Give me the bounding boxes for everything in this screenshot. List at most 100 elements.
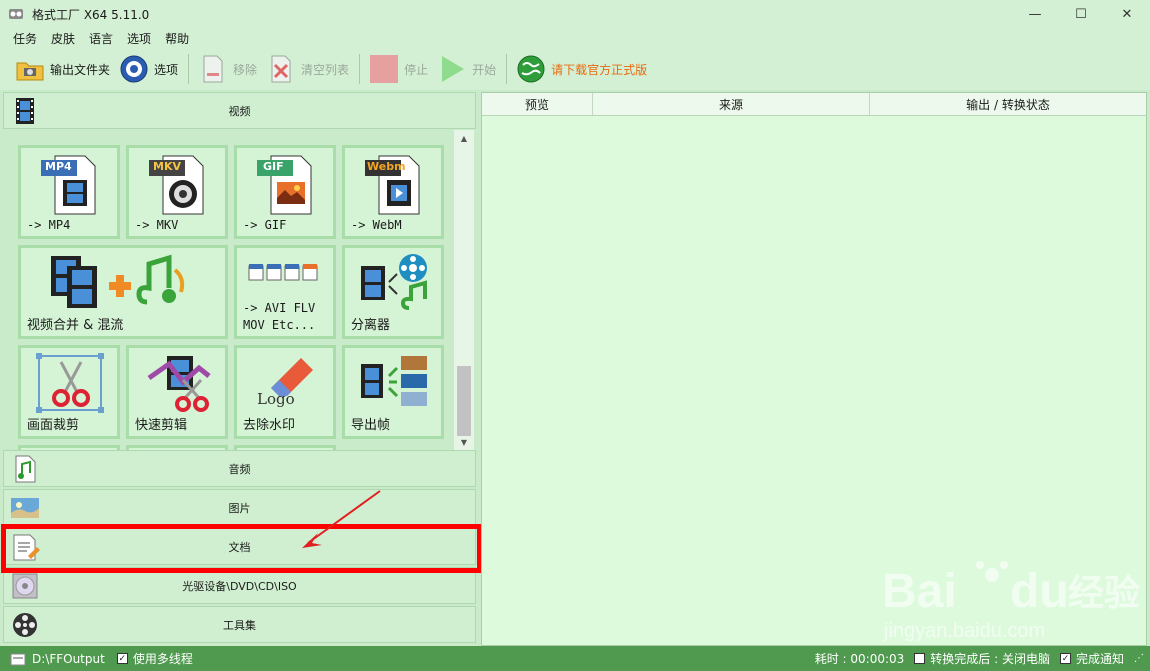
resize-grip-icon[interactable]: ⋰ bbox=[1134, 653, 1144, 664]
formats-strip-icon bbox=[248, 264, 318, 281]
app-icon bbox=[9, 9, 23, 19]
music-note-icon bbox=[15, 455, 36, 483]
tile-to-webm[interactable]: Webm -> WebM bbox=[342, 145, 444, 239]
picture-icon bbox=[11, 498, 39, 518]
title-bar: 格式工厂 X64 5.11.0 — ☐ ✕ bbox=[0, 0, 1150, 28]
after-convert-checkbox[interactable] bbox=[914, 653, 926, 664]
toolbar-separator bbox=[506, 54, 508, 84]
close-button[interactable]: ✕ bbox=[1104, 0, 1150, 28]
toolbar-separator bbox=[359, 54, 361, 84]
folder-icon bbox=[16, 62, 44, 81]
maximize-button[interactable]: ☐ bbox=[1058, 0, 1104, 28]
play-icon bbox=[442, 56, 465, 82]
status-bar: D:\FFOutput ✓ 使用多线程 耗时 : 00:00:03 转换完成后 … bbox=[0, 646, 1150, 671]
tile-to-mkv[interactable]: MKV -> MKV bbox=[126, 145, 228, 239]
multithread-label: 使用多线程 bbox=[132, 652, 193, 666]
remove-file-icon bbox=[203, 55, 223, 83]
menu-task[interactable]: 任务 bbox=[13, 30, 37, 47]
column-preview[interactable]: 预览 bbox=[482, 93, 593, 115]
tile-to-gif-label: -> GIF bbox=[243, 218, 287, 232]
output-path[interactable]: D:\FFOutput bbox=[32, 652, 105, 666]
tile-other-formats[interactable]: -> AVI FLV MOV Etc... bbox=[234, 245, 336, 339]
column-output-status[interactable]: 输出 / 转换状态 bbox=[870, 93, 1146, 115]
task-list-header: 预览 来源 输出 / 转换状态 bbox=[482, 93, 1146, 116]
options-button[interactable]: 选项 bbox=[118, 51, 178, 87]
multithread-checkbox[interactable]: ✓ bbox=[116, 653, 128, 664]
category-audio[interactable]: 音频 bbox=[3, 450, 476, 487]
stop-icon bbox=[370, 55, 399, 83]
tile-to-mp4-label: -> MP4 bbox=[27, 218, 71, 232]
category-image[interactable]: 图片 bbox=[3, 489, 476, 526]
annotation-arrow-icon bbox=[302, 490, 381, 548]
remove-button[interactable]: 移除 bbox=[197, 51, 257, 87]
tile-export-frames-label: 导出帧 bbox=[351, 418, 391, 433]
after-convert-label[interactable]: 转换完成后 : 关闭电脑 bbox=[930, 650, 1050, 667]
start-label: 开始 bbox=[472, 62, 497, 77]
category-audio-label: 音频 bbox=[228, 462, 251, 476]
output-folder-label: 输出文件夹 bbox=[50, 62, 111, 77]
globe-icon bbox=[517, 55, 545, 83]
tile-video-merge[interactable]: 视频合并 & 混流 bbox=[18, 245, 228, 339]
toolbar: 输出文件夹 选项 移除 清空列表 停止 开始 请下载官方正式版 bbox=[0, 48, 1150, 90]
mkv-badge: MKV bbox=[153, 160, 181, 173]
tile-remove-watermark-label: 去除水印 bbox=[243, 418, 296, 433]
minimize-button[interactable]: — bbox=[1012, 0, 1058, 28]
category-tools[interactable]: 工具集 bbox=[3, 606, 476, 643]
tile-crop-label: 画面裁剪 bbox=[27, 418, 80, 433]
film-reel-icon bbox=[13, 613, 37, 637]
watermark-brand: Bai bbox=[882, 565, 957, 618]
tile-to-webm-label: -> WebM bbox=[351, 218, 402, 232]
tile-splitter-label: 分离器 bbox=[351, 318, 391, 333]
output-folder-button[interactable]: 输出文件夹 bbox=[14, 51, 110, 87]
toolbar-separator bbox=[188, 54, 190, 84]
menu-language[interactable]: 语言 bbox=[89, 30, 113, 47]
column-source[interactable]: 来源 bbox=[593, 93, 870, 115]
watermark-cn: 经验 bbox=[1068, 573, 1140, 614]
tile-to-gif[interactable]: GIF -> GIF bbox=[234, 145, 336, 239]
highlight-box bbox=[1, 524, 482, 573]
category-video-label: 视频 bbox=[228, 104, 251, 118]
clear-list-label: 清空列表 bbox=[301, 62, 350, 77]
video-tools-grid: MP4 -> MP4 MKV -> MKV GIF -> GIF Webm ->… bbox=[3, 130, 454, 450]
splitter-icon bbox=[361, 254, 427, 310]
tile-to-mp4[interactable]: MP4 -> MP4 bbox=[18, 145, 120, 239]
scroll-down-arrow-icon[interactable]: ▼ bbox=[454, 434, 474, 450]
category-video[interactable]: 视频 bbox=[3, 92, 476, 129]
export-frames-icon bbox=[361, 356, 427, 406]
stop-label: 停止 bbox=[404, 62, 429, 77]
paw-icon bbox=[985, 568, 999, 582]
tools-scrollbar[interactable]: ▲ ▼ bbox=[454, 130, 474, 450]
scroll-thumb[interactable] bbox=[457, 366, 471, 436]
crop-scissors-icon bbox=[36, 353, 104, 413]
watermark-url: jingyan.baidu.com bbox=[883, 620, 1045, 642]
scroll-up-arrow-icon[interactable]: ▲ bbox=[454, 130, 474, 146]
start-button[interactable]: 开始 bbox=[436, 51, 496, 87]
remove-label: 移除 bbox=[233, 62, 258, 77]
gear-icon bbox=[120, 55, 148, 83]
gif-badge: GIF bbox=[263, 160, 284, 173]
tile-quick-clip[interactable]: 快速剪辑 bbox=[126, 345, 228, 439]
category-image-label: 图片 bbox=[228, 501, 251, 515]
tile-crop[interactable]: 画面裁剪 bbox=[18, 345, 120, 439]
menu-skin[interactable]: 皮肤 bbox=[51, 30, 75, 47]
tile-export-frames[interactable]: 导出帧 bbox=[342, 345, 444, 439]
stop-button[interactable]: 停止 bbox=[368, 51, 428, 87]
quick-clip-icon bbox=[147, 356, 211, 412]
elapsed-time: 耗时 : 00:00:03 bbox=[814, 652, 905, 666]
tile-other-formats-label: -> AVI FLV MOV Etc... bbox=[243, 301, 316, 332]
download-official-link[interactable]: 请下载官方正式版 bbox=[515, 51, 647, 87]
menu-options[interactable]: 选项 bbox=[127, 30, 151, 47]
tile-remove-watermark[interactable]: Logo 去除水印 bbox=[234, 345, 336, 439]
mp4-badge: MP4 bbox=[45, 160, 72, 173]
watermark-brand-2: du bbox=[1010, 565, 1069, 618]
download-label: 请下载官方正式版 bbox=[551, 62, 648, 77]
tile-splitter[interactable]: 分离器 bbox=[342, 245, 444, 339]
tile-to-mkv-label: -> MKV bbox=[135, 218, 179, 232]
menu-bar: 任务 皮肤 语言 选项 帮助 bbox=[0, 28, 1150, 48]
tile-quick-clip-label: 快速剪辑 bbox=[135, 418, 188, 433]
notify-checkbox[interactable]: ✓ bbox=[1059, 653, 1071, 664]
paw-icon bbox=[1000, 561, 1008, 569]
clear-list-button[interactable]: 清空列表 bbox=[265, 51, 349, 87]
menu-help[interactable]: 帮助 bbox=[165, 30, 189, 47]
webm-badge: Webm bbox=[367, 160, 406, 173]
